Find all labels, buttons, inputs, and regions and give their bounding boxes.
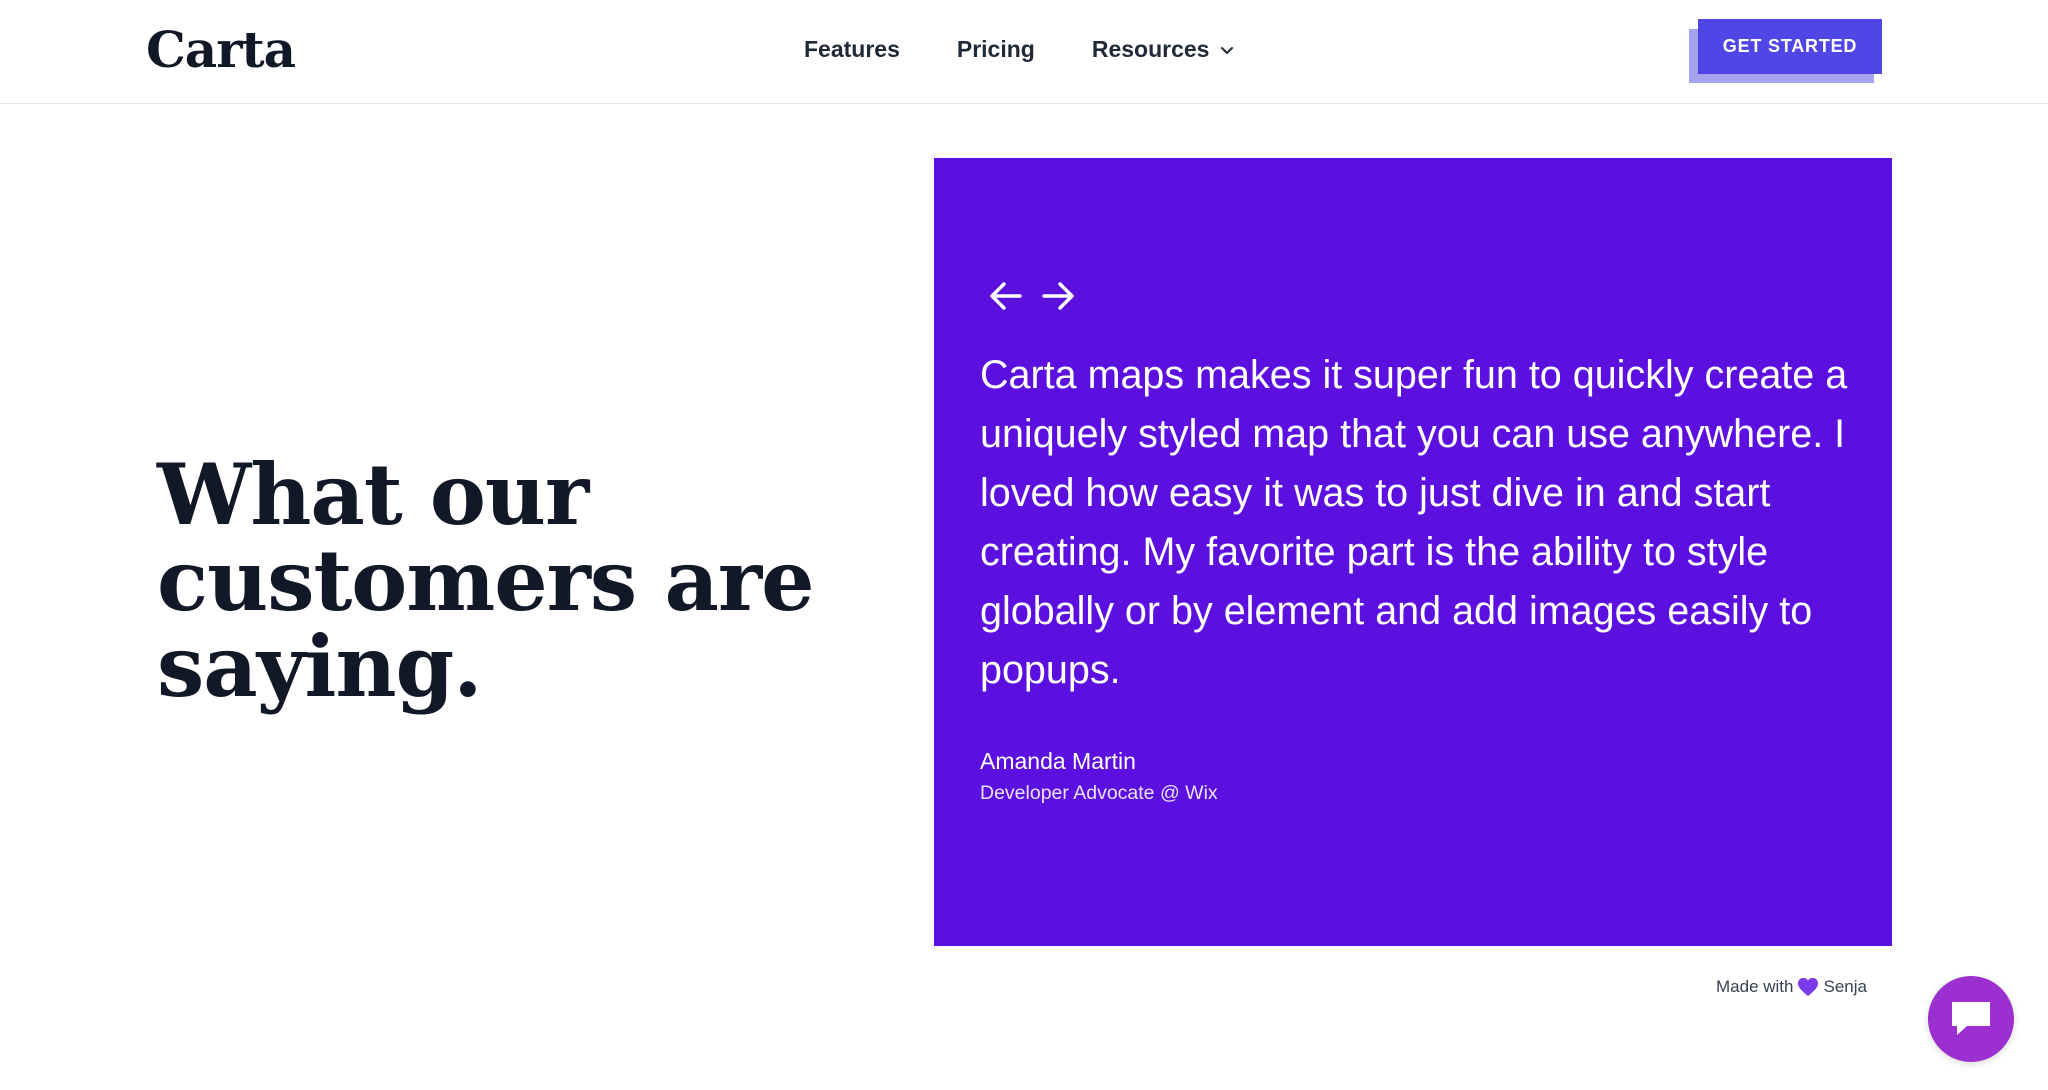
nav-item-label: Resources	[1091, 36, 1210, 62]
chevron-down-icon	[1221, 46, 1234, 54]
made-with-senja-badge[interactable]: Made with Senja	[1706, 970, 1877, 1004]
chat-bubble-icon	[1952, 1002, 1990, 1035]
heading-line-1: What our	[157, 445, 589, 544]
badge-prefix: Made with	[1716, 977, 1794, 996]
nav-item-label: Pricing	[956, 36, 1035, 62]
heading-line-3: saying.	[157, 617, 482, 716]
heart-icon	[1798, 977, 1819, 997]
arrow-left-icon[interactable]	[986, 276, 1026, 316]
page-heading: What our customers are saying.	[154, 445, 815, 716]
nav-item-features[interactable]: Features	[804, 36, 900, 63]
testimonial-nav	[986, 276, 1090, 316]
logo[interactable]: Carta	[146, 20, 296, 79]
site-header: Carta Features Pricing Resources GET STA…	[0, 0, 2048, 104]
nav-item-pricing[interactable]: Pricing	[957, 36, 1035, 63]
heading-line-2-rest: are	[636, 531, 814, 630]
heading-highlight: customers	[154, 531, 643, 630]
get-started-button[interactable]: GET STARTED	[1698, 19, 1882, 74]
testimonial-author-title: Developer Advocate @ Wix	[980, 782, 1218, 804]
cta-wrapper: GET STARTED	[1689, 19, 1882, 83]
testimonial-card: Carta maps makes it super fun to quickly…	[934, 158, 1892, 946]
badge-brand: Senja	[1823, 977, 1867, 996]
nav-item-resources[interactable]: Resources	[1092, 36, 1236, 63]
nav-item-label: Features	[804, 36, 900, 62]
main-nav: Features Pricing Resources	[804, 36, 1235, 63]
testimonial-quote: Carta maps makes it super fun to quickly…	[980, 353, 1848, 692]
arrow-right-icon[interactable]	[1038, 276, 1078, 316]
heading-line-2: customers are	[154, 531, 815, 630]
chat-button[interactable]	[1928, 976, 2014, 1062]
testimonial-author-name: Amanda Martin	[980, 748, 1136, 774]
